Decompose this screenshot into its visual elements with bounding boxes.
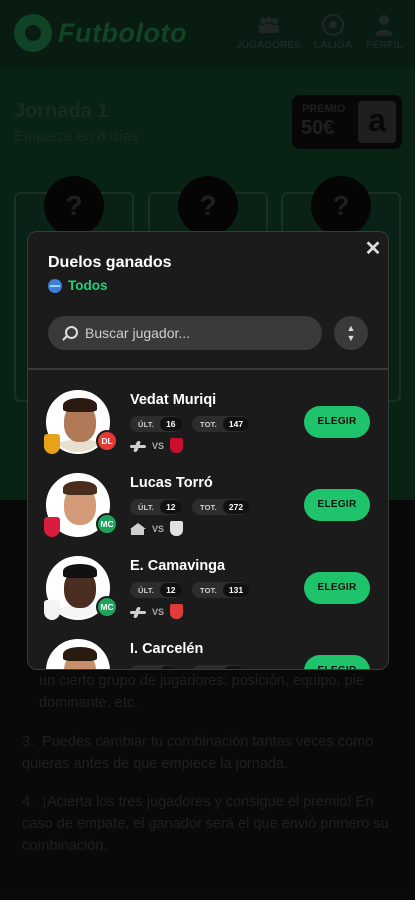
- modal-title: Duelos ganados: [48, 254, 172, 271]
- player-name: Vedat Muriqi: [130, 392, 217, 408]
- rival-crest-icon: [170, 438, 184, 453]
- stat-label: ÚLT.: [138, 502, 155, 512]
- stat-last: ÚLT. 12: [130, 582, 182, 598]
- stat-label: ÚLT.: [138, 669, 154, 670]
- hair: [63, 564, 97, 578]
- airplane-icon: [130, 606, 146, 618]
- choose-button[interactable]: ELEGIR: [304, 655, 370, 669]
- hair: [63, 398, 97, 412]
- rival-crest-icon: [170, 521, 184, 536]
- stat-total: TOT. 131: [192, 582, 250, 598]
- next-match: VS: [130, 604, 184, 619]
- close-icon[interactable]: ✕: [362, 238, 384, 260]
- player-row: MC Lucas Torró ÚLT. 12 TOT. 272 VS ELEGI…: [28, 455, 388, 539]
- stat-total: TOT. 147: [192, 416, 250, 432]
- stat-total: TOT. 272: [192, 499, 250, 515]
- next-match: VS: [130, 521, 184, 536]
- stat-value: 12: [160, 500, 182, 514]
- search-input[interactable]: [85, 325, 305, 341]
- home-icon: [130, 522, 146, 535]
- sort-down-icon: ▼: [346, 333, 356, 343]
- stat-label: TOT.: [200, 502, 217, 512]
- team-crest-icon: [44, 434, 60, 454]
- sort-button[interactable]: ▲ ▼: [334, 316, 368, 350]
- hair: [63, 647, 97, 661]
- position-badge: MC: [96, 596, 118, 618]
- vs-label: VS: [152, 523, 165, 534]
- player-picker-modal: Duelos ganados ✕ Todos ▲ ▼ DL Vedat Muri…: [27, 231, 389, 670]
- stat-value: 272: [222, 500, 250, 514]
- stat-label: ÚLT.: [138, 419, 155, 429]
- stat-value: 147: [222, 417, 250, 431]
- player-row: DF I. Carcelén ÚLT. 8 TOT. 94 VS ELEGIR: [28, 621, 388, 670]
- vs-label: VS: [152, 606, 165, 617]
- stat-last: ÚLT. 8: [130, 665, 177, 670]
- choose-button[interactable]: ELEGIR: [304, 489, 370, 521]
- stat-value: 8: [160, 666, 177, 669]
- next-match: VS: [130, 438, 184, 453]
- position-badge: MC: [96, 513, 118, 535]
- player-name: Lucas Torró: [130, 475, 213, 491]
- player-name: I. Carcelén: [130, 641, 204, 657]
- vs-label: VS: [152, 440, 165, 451]
- stat-value: 16: [160, 417, 182, 431]
- team-crest-icon: [44, 600, 60, 620]
- globe-icon: [48, 278, 62, 293]
- stat-value: 94: [222, 666, 245, 669]
- player-list[interactable]: DL Vedat Muriqi ÚLT. 16 TOT. 147 VS ELEG…: [28, 372, 388, 670]
- search-bar[interactable]: [48, 316, 322, 350]
- hair: [63, 481, 97, 495]
- stat-value: 12: [160, 583, 182, 597]
- stat-total: TOT. 94: [192, 665, 245, 670]
- player-row: MC E. Camavinga ÚLT. 12 TOT. 131 VS ELEG…: [28, 538, 388, 622]
- filter-label: Todos: [68, 278, 108, 293]
- stat-value: 131: [222, 583, 250, 597]
- stat-label: TOT.: [200, 585, 217, 595]
- divider: [28, 368, 388, 370]
- choose-button[interactable]: ELEGIR: [304, 572, 370, 604]
- stat-label: TOT.: [200, 669, 217, 670]
- team-crest-icon: [44, 517, 60, 537]
- filter-selector[interactable]: Todos: [48, 278, 108, 293]
- player-row: DL Vedat Muriqi ÚLT. 16 TOT. 147 VS ELEG…: [28, 372, 388, 456]
- player-name: E. Camavinga: [130, 558, 226, 574]
- choose-button[interactable]: ELEGIR: [304, 406, 370, 438]
- stat-label: ÚLT.: [138, 585, 155, 595]
- stat-last: ÚLT. 12: [130, 499, 182, 515]
- airplane-icon: [130, 440, 146, 452]
- rival-crest-icon: [170, 604, 184, 619]
- stat-last: ÚLT. 16: [130, 416, 182, 432]
- player-avatar: [46, 639, 110, 669]
- stat-label: TOT.: [200, 419, 217, 429]
- sort-up-icon: ▲: [346, 323, 356, 333]
- position-badge: DL: [96, 430, 118, 452]
- search-icon: [62, 325, 78, 341]
